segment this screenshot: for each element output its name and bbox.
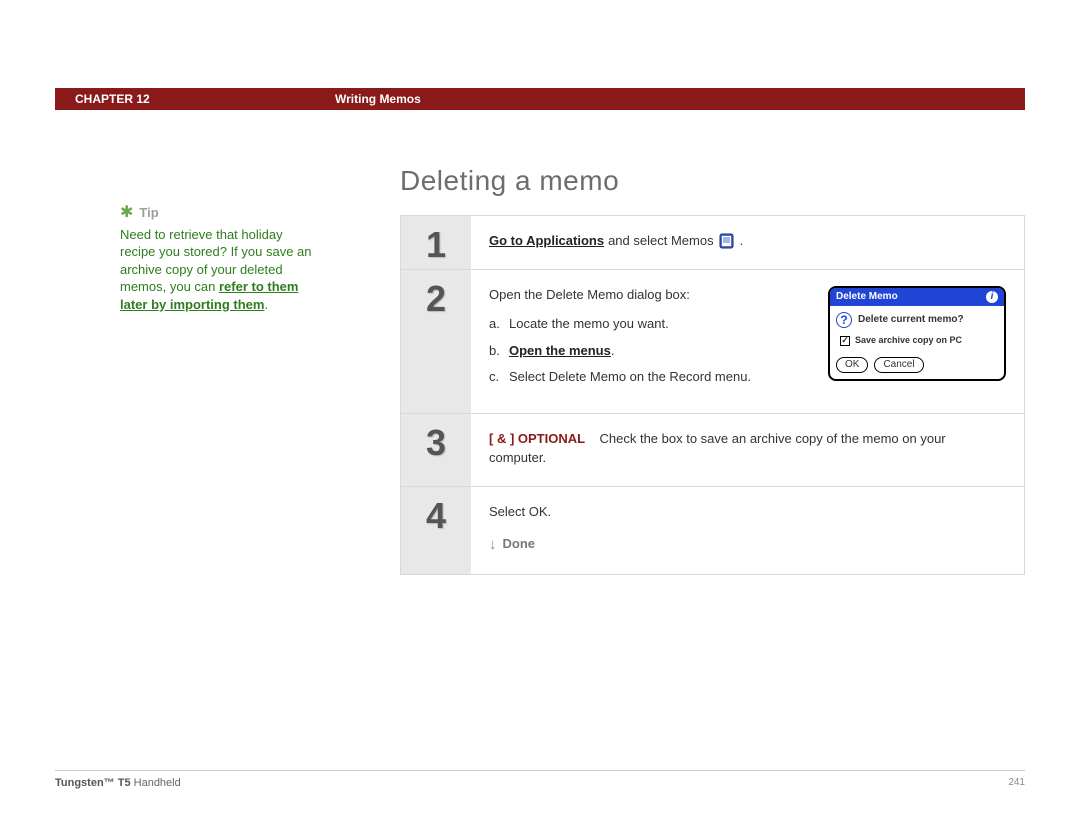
done-arrow-icon: ↓	[489, 534, 497, 556]
substep-b-period: .	[611, 343, 615, 358]
tip-body: Need to retrieve that holiday recipe you…	[120, 226, 320, 314]
chapter-header: CHAPTER 12 Writing Memos	[55, 88, 1025, 110]
done-label: Done	[503, 535, 536, 554]
page-footer: Tungsten™ T5 Handheld 241	[55, 770, 1025, 789]
go-to-applications-link[interactable]: Go to Applications	[489, 232, 604, 251]
substep-c-label: c.	[489, 368, 503, 387]
step2-intro: Open the Delete Memo dialog box:	[489, 286, 810, 305]
dialog-ok-button[interactable]: OK	[836, 357, 868, 373]
tip-label: Tip	[139, 204, 158, 222]
question-icon: ?	[836, 312, 852, 328]
sidebar-tip: ✱ Tip Need to retrieve that holiday reci…	[120, 202, 320, 313]
step4-text: Select OK.	[489, 503, 1006, 522]
dialog-title-text: Delete Memo	[836, 290, 898, 305]
main-content: Deleting a memo 1 Go to Applications and…	[400, 165, 1025, 575]
delete-memo-dialog: Delete Memo i ? Delete current memo? ✓ S…	[828, 286, 1006, 382]
page-title: Deleting a memo	[400, 165, 1025, 197]
footer-product-bold: Tungsten™ T5	[55, 777, 131, 789]
tip-text-suffix: .	[264, 297, 268, 312]
done-indicator: ↓ Done	[489, 534, 1006, 556]
step1-period: .	[740, 232, 744, 251]
footer-product-rest: Handheld	[131, 777, 181, 789]
step-number: 3	[401, 414, 471, 486]
dialog-cancel-button[interactable]: Cancel	[874, 357, 923, 373]
info-icon[interactable]: i	[986, 291, 998, 303]
memos-icon	[718, 232, 736, 250]
dialog-titlebar: Delete Memo i	[830, 288, 1004, 307]
step-number: 1	[401, 216, 471, 269]
archive-checkbox[interactable]: ✓	[840, 336, 850, 346]
step-1: 1 Go to Applications and select Memos	[401, 216, 1024, 270]
step-number: 4	[401, 487, 471, 574]
optional-tag: [ & ] OPTIONAL	[489, 431, 585, 446]
step-number: 2	[401, 270, 471, 413]
steps-container: 1 Go to Applications and select Memos	[400, 215, 1025, 575]
substep-b-label: b.	[489, 342, 503, 361]
open-menus-link[interactable]: Open the menus	[509, 343, 611, 358]
step-3: 3 [ & ] OPTIONAL Check the box to save a…	[401, 414, 1024, 487]
footer-page-number: 241	[1008, 777, 1025, 789]
substep-a-label: a.	[489, 315, 503, 334]
step-4: 4 Select OK. ↓ Done	[401, 487, 1024, 574]
chapter-label: CHAPTER 12	[55, 92, 335, 106]
tip-asterisk-icon: ✱	[120, 202, 133, 224]
step-2: 2 Open the Delete Memo dialog box: a. Lo…	[401, 270, 1024, 414]
dialog-question: Delete current memo?	[858, 313, 964, 328]
footer-product: Tungsten™ T5 Handheld	[55, 777, 181, 789]
archive-checkbox-label: Save archive copy on PC	[855, 334, 962, 347]
substep-a-text: Locate the memo you want.	[509, 315, 669, 334]
step1-text: and select Memos	[608, 232, 714, 251]
section-label: Writing Memos	[335, 92, 421, 106]
substep-c-text: Select Delete Memo on the Record menu.	[509, 368, 751, 387]
